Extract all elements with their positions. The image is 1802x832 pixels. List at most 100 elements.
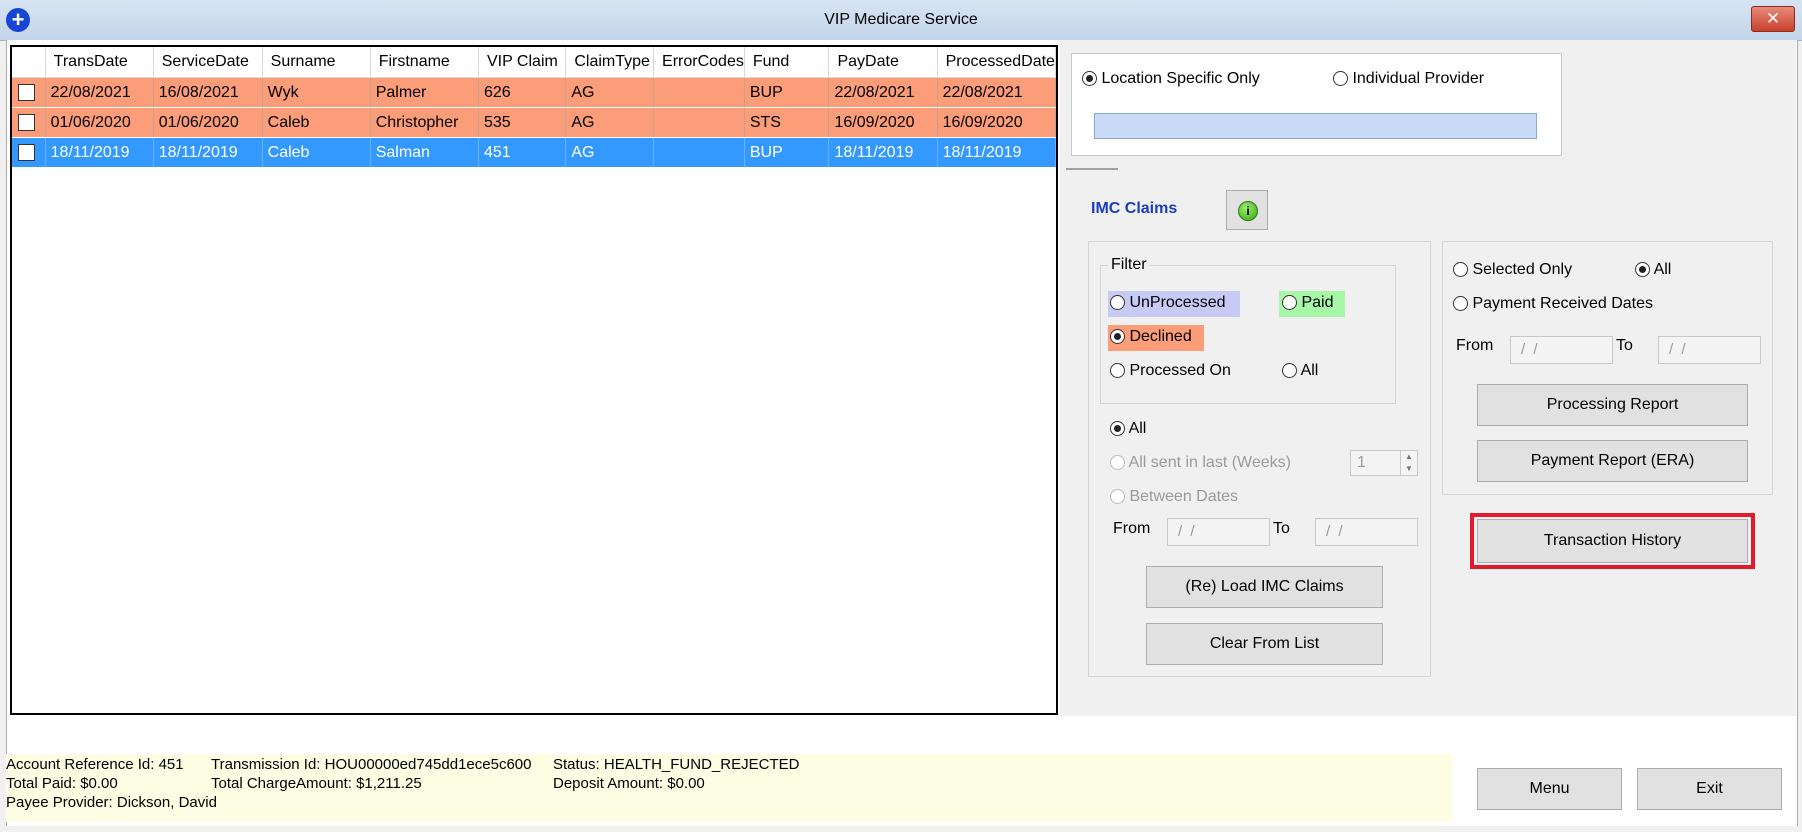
cell-transdate[interactable]: 01/06/2020 xyxy=(45,107,154,138)
exit-button[interactable]: Exit xyxy=(1637,768,1782,810)
report-all-radio[interactable] xyxy=(1635,262,1650,278)
cell-transdate[interactable]: 22/08/2021 xyxy=(45,77,154,108)
cell-processeddate[interactable]: 22/08/2021 xyxy=(937,77,1057,108)
stepper-down-icon[interactable]: ▼ xyxy=(1400,463,1417,475)
column-header-vip-claim[interactable]: VIP Claim xyxy=(478,47,567,78)
payment-report-button[interactable]: Payment Report (ERA) xyxy=(1477,440,1748,482)
cell-errorcodes[interactable] xyxy=(653,137,745,168)
row-checkbox[interactable] xyxy=(18,143,35,161)
column-header-fund[interactable]: Fund xyxy=(744,47,830,78)
column-header-surname[interactable]: Surname xyxy=(262,47,371,78)
clear-from-list-button[interactable]: Clear From List xyxy=(1146,623,1383,665)
cell-fund[interactable]: BUP xyxy=(744,77,830,108)
unprocessed-option[interactable]: UnProcessed xyxy=(1110,294,1226,312)
report-from-date-input[interactable]: / / xyxy=(1510,336,1613,364)
cell-firstname[interactable]: Salman xyxy=(370,137,479,168)
declined-radio[interactable] xyxy=(1110,329,1125,345)
cell-fund[interactable]: STS xyxy=(744,107,830,138)
cell-errorcodes[interactable] xyxy=(653,77,745,108)
menu-button[interactable]: Menu xyxy=(1477,768,1622,810)
column-header-firstname[interactable]: Firstname xyxy=(370,47,479,78)
cell-errorcodes[interactable] xyxy=(653,107,745,138)
filter-all-radio[interactable] xyxy=(1282,363,1297,379)
filter-legend: Filter xyxy=(1108,256,1150,274)
paid-radio[interactable] xyxy=(1282,295,1297,311)
cell-fund[interactable]: BUP xyxy=(744,137,830,168)
sent-last-radio[interactable] xyxy=(1110,455,1125,471)
cell-claimtype[interactable]: AG xyxy=(565,137,655,168)
between-dates-option[interactable]: Between Dates xyxy=(1110,488,1238,506)
weeks-stepper[interactable]: 1 ▲ ▼ xyxy=(1350,450,1418,476)
paid-label: Paid xyxy=(1301,294,1334,311)
cell-vip-claim[interactable]: 626 xyxy=(478,77,567,108)
report-all-option[interactable]: All xyxy=(1635,261,1671,279)
cell-vip-claim[interactable]: 535 xyxy=(478,107,567,138)
declined-option[interactable]: Declined xyxy=(1110,328,1192,346)
cell-vip-claim[interactable]: 451 xyxy=(478,137,567,168)
table-row-selected[interactable]: 18/11/2019 18/11/2019 Caleb Salman 451 A… xyxy=(12,137,1057,168)
cell-surname[interactable]: Wyk xyxy=(262,77,371,108)
individual-provider-radio[interactable] xyxy=(1333,71,1348,87)
individual-provider-option[interactable]: Individual Provider xyxy=(1333,70,1484,88)
processed-on-option[interactable]: Processed On xyxy=(1110,362,1231,380)
cell-firstname[interactable]: Palmer xyxy=(370,77,479,108)
column-header-errorcodes[interactable]: ErrorCodes xyxy=(653,47,745,78)
payment-received-radio[interactable] xyxy=(1453,296,1468,312)
row-checkbox[interactable] xyxy=(18,113,35,131)
location-specific-label: Location Specific Only xyxy=(1101,70,1260,87)
cell-paydate[interactable]: 18/11/2019 xyxy=(828,137,938,168)
select-column-header xyxy=(12,47,46,78)
unprocessed-radio[interactable] xyxy=(1110,295,1125,311)
app-plus-icon[interactable]: + xyxy=(6,8,30,32)
cell-paydate[interactable]: 16/09/2020 xyxy=(828,107,938,138)
cell-processeddate[interactable]: 18/11/2019 xyxy=(937,137,1057,168)
claims-grid[interactable]: TransDate ServiceDate Surname Firstname … xyxy=(10,45,1058,715)
location-specific-option[interactable]: Location Specific Only xyxy=(1082,70,1260,88)
cell-surname[interactable]: Caleb xyxy=(262,137,371,168)
table-row[interactable]: 01/06/2020 01/06/2020 Caleb Christopher … xyxy=(12,107,1057,138)
sent-last-option[interactable]: All sent in last (Weeks) xyxy=(1110,454,1291,472)
range-all-label: All xyxy=(1128,420,1147,437)
location-specific-radio[interactable] xyxy=(1082,71,1097,87)
individual-provider-label: Individual Provider xyxy=(1352,70,1485,87)
report-to-date-input[interactable]: / / xyxy=(1658,336,1761,364)
cell-transdate[interactable]: 18/11/2019 xyxy=(45,137,154,168)
window-title: VIP Medicare Service xyxy=(824,11,978,28)
between-dates-radio[interactable] xyxy=(1110,489,1125,505)
selected-only-radio[interactable] xyxy=(1453,262,1468,278)
cell-processeddate[interactable]: 16/09/2020 xyxy=(937,107,1057,138)
info-button[interactable]: i xyxy=(1226,190,1268,230)
column-header-paydate[interactable]: PayDate xyxy=(828,47,938,78)
filter-all-option[interactable]: All xyxy=(1282,362,1318,380)
cell-servicedate[interactable]: 16/08/2021 xyxy=(153,77,263,108)
column-header-processeddate[interactable]: ProcessedDate xyxy=(937,47,1057,78)
close-button[interactable]: ✕ xyxy=(1751,6,1795,32)
cell-surname[interactable]: Caleb xyxy=(262,107,371,138)
cell-claimtype[interactable]: AG xyxy=(565,107,655,138)
stepper-up-icon[interactable]: ▲ xyxy=(1400,451,1417,463)
reload-imc-claims-button[interactable]: (Re) Load IMC Claims xyxy=(1146,566,1383,608)
cell-claimtype[interactable]: AG xyxy=(565,77,655,108)
provider-select[interactable] xyxy=(1094,113,1537,139)
column-header-transdate[interactable]: TransDate xyxy=(45,47,154,78)
cell-servicedate[interactable]: 18/11/2019 xyxy=(153,137,263,168)
processing-report-button[interactable]: Processing Report xyxy=(1477,384,1748,426)
range-to-date-input[interactable]: / / xyxy=(1315,518,1418,546)
column-header-claimtype[interactable]: ClaimType xyxy=(565,47,655,78)
column-header-servicedate[interactable]: ServiceDate xyxy=(153,47,263,78)
row-checkbox[interactable] xyxy=(18,83,35,101)
transaction-history-button[interactable]: Transaction History xyxy=(1477,519,1748,563)
processed-on-radio[interactable] xyxy=(1110,363,1125,379)
payment-received-option[interactable]: Payment Received Dates xyxy=(1453,295,1653,313)
cell-servicedate[interactable]: 01/06/2020 xyxy=(153,107,263,138)
range-all-radio[interactable] xyxy=(1110,421,1125,437)
selected-only-option[interactable]: Selected Only xyxy=(1453,261,1572,279)
range-all-option[interactable]: All xyxy=(1110,420,1146,438)
cell-firstname[interactable]: Christopher xyxy=(370,107,479,138)
range-from-date-input[interactable]: / / xyxy=(1167,518,1270,546)
range-from-label: From xyxy=(1113,520,1151,537)
paid-option[interactable]: Paid xyxy=(1282,294,1333,312)
report-all-label: All xyxy=(1653,261,1672,278)
table-row[interactable]: 22/08/2021 16/08/2021 Wyk Palmer 626 AG … xyxy=(12,77,1057,108)
cell-paydate[interactable]: 22/08/2021 xyxy=(828,77,938,108)
